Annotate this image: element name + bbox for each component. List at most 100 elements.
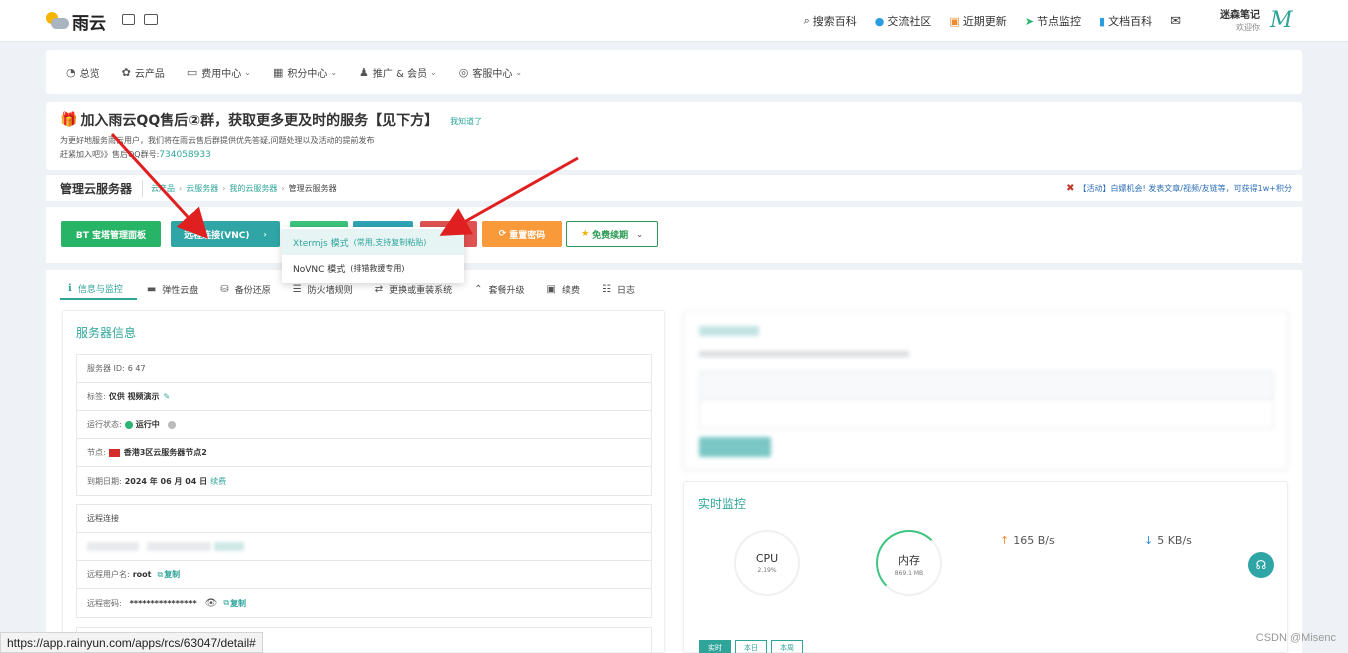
disk-icon: ▬ xyxy=(146,283,157,295)
server-id-row: 服务器 ID: 6 47 xyxy=(77,355,651,383)
breadcrumb-cloud-servers[interactable]: 云服务器 xyxy=(186,183,218,194)
firewall-icon: ☰ xyxy=(292,283,302,295)
user-info[interactable]: 迷森笔记 欢迎你 xyxy=(1220,10,1260,34)
points-icon: ▦ xyxy=(272,65,284,79)
notice-line-1: 为更好地服务雨云用户，我们将在雨云售后群提供优先答疑,问题处理以及活动的提前发布 xyxy=(60,136,375,145)
menu-dashboard[interactable]: ◔ 总览 xyxy=(66,65,100,80)
vnc-label: 远程连接(VNC) xyxy=(184,230,250,241)
expire-value: 2024 年 06 月 04 日 xyxy=(124,476,208,486)
upload-rate: 165 B/s xyxy=(1013,534,1055,547)
copy-user-button[interactable]: 复制 xyxy=(164,569,180,580)
renew-link[interactable]: 续费 xyxy=(210,476,226,487)
brand-name: 雨云 xyxy=(72,14,106,34)
support-icon: ◎ xyxy=(458,65,469,79)
tab-label: 日志 xyxy=(616,285,635,296)
remote-user-value: root xyxy=(132,570,152,579)
topnav-label: 文档百科 xyxy=(1108,15,1153,28)
tag-row: 标签: 仅供 视频演示 ✎ xyxy=(77,383,651,411)
tab-label: 更换或重装系统 xyxy=(389,285,453,296)
topnav-updates[interactable]: ▣ 近期更新 xyxy=(949,13,1006,29)
tab-backup[interactable]: ⛁ 备份还原 xyxy=(220,278,270,300)
community-icon: ● xyxy=(874,14,885,28)
qq-number-link[interactable]: 734058933 xyxy=(159,150,211,160)
user-welcome: 欢迎你 xyxy=(1236,23,1260,32)
brand-logo[interactable]: 雨云 xyxy=(46,9,106,34)
breadcrumb-current: 管理云服务器 xyxy=(288,183,337,193)
menu-label: 总览 xyxy=(79,68,100,80)
topnav-label: 近期更新 xyxy=(962,15,1007,28)
breadcrumb-cloud-products[interactable]: 云产品 xyxy=(151,183,175,194)
copy-icon[interactable]: ⧉ xyxy=(223,598,229,608)
vnc-button[interactable]: 远程连接(VNC) › xyxy=(171,221,280,247)
option-label: Xtermjs 模式 xyxy=(293,238,349,249)
menu-label: 积分中心 xyxy=(287,68,328,80)
menu-support[interactable]: ◎ 客服中心 ⌄ xyxy=(459,65,522,80)
menu-label: 云产品 xyxy=(134,68,165,80)
topnav-docs[interactable]: ▮ 文档百科 xyxy=(1099,13,1152,29)
xtermjs-mode-option[interactable]: Xtermjs 模式 (常用,支持复制粘贴) xyxy=(282,229,464,255)
remote-password-row: 远程密码: **************** 👁 ⧉ 复制 xyxy=(77,589,651,617)
tab-label: 防火墙规则 xyxy=(307,285,353,296)
customer-service-icon[interactable]: ☊ xyxy=(1248,552,1274,578)
menu-points[interactable]: ▦ 积分中心 ⌄ xyxy=(273,65,337,80)
range-today[interactable]: 本日 xyxy=(735,640,767,653)
blurred-table xyxy=(699,371,1274,429)
topnav-search[interactable]: ⌕ 搜索百科 xyxy=(804,13,857,29)
breadcrumb: 管理云服务器 云产品 › 云服务器 › 我的云服务器 › 管理云服务器 ✖ 【活动… xyxy=(46,175,1302,201)
update-icon: ▣ xyxy=(949,14,960,28)
arrow-down-icon: ↓ xyxy=(1144,534,1154,547)
translate-icon[interactable] xyxy=(144,14,158,25)
reset-password-button[interactable]: ⟳ 重置密码 xyxy=(482,221,562,247)
menu-promotion[interactable]: ♟ 推广 & 会员 ⌄ xyxy=(359,65,437,80)
notice-line-2: 赶紧加入吧》》售后QQ群号:734058933 xyxy=(60,148,1288,162)
menu-label: 客服中心 xyxy=(472,68,513,80)
topnav-community[interactable]: ● 交流社区 xyxy=(875,13,932,29)
tab-info-monitor[interactable]: ℹ 信息与监控 xyxy=(60,278,137,300)
dismiss-notice-link[interactable]: 我知道了 xyxy=(450,116,482,127)
tab-renew[interactable]: ▣ 续费 xyxy=(547,278,580,300)
main-menu: ◔ 总览 ✿ 云产品 ▭ 费用中心 ⌄ ▦ 积分中心 ⌄ ♟ 推广 & 会员 ⌄ ◎ 客服中心 ⌄ xyxy=(46,50,1302,94)
reset-password-label: 重置密码 xyxy=(509,230,546,241)
activity-link[interactable]: ✖ 【活动】白嫖机会! 发表文章/视频/友链等，可获得1w+积分 xyxy=(1066,183,1292,194)
bt-panel-button[interactable]: BT 宝塔管理面板 xyxy=(61,221,161,247)
running-icon xyxy=(124,420,133,429)
avatar[interactable]: M xyxy=(1270,8,1300,36)
logo-icon xyxy=(46,11,70,32)
node-value: 香港3区云服务器节点2 xyxy=(123,448,207,457)
free-renew-button[interactable]: ★ 免费续期 ⌄ xyxy=(566,221,658,247)
field-label: 到期日期: xyxy=(87,476,122,486)
chevron-down-icon: ⌄ xyxy=(430,67,437,77)
mail-icon: ✉ xyxy=(1170,13,1181,29)
image-icon[interactable] xyxy=(122,14,135,25)
info-icon: ℹ xyxy=(68,282,72,294)
field-label: 远程用户名: xyxy=(87,570,130,579)
blurred-label xyxy=(87,542,139,551)
topnav-node-monitor[interactable]: ➤ 节点监控 xyxy=(1025,13,1081,29)
monitor-range-tabs: 实时 本日 本周 xyxy=(699,640,807,653)
field-label: 标签: xyxy=(87,392,106,401)
menu-billing[interactable]: ▭ 费用中心 ⌄ xyxy=(187,65,251,80)
network-download: ↓ 5 KB/s xyxy=(1144,534,1192,547)
edit-icon[interactable]: ✎ xyxy=(164,392,171,401)
remote-title: 远程连接 xyxy=(87,514,119,523)
status-value: 运行中 xyxy=(135,420,160,429)
breadcrumb-my-servers[interactable]: 我的云服务器 xyxy=(229,183,277,194)
node-monitor-icon: ➤ xyxy=(1024,14,1035,28)
menu-cloud-products[interactable]: ✿ 云产品 xyxy=(122,65,165,80)
memory-value: 869.1 MB xyxy=(894,570,924,577)
topnav-label: 交流社区 xyxy=(887,15,932,28)
download-rate: 5 KB/s xyxy=(1157,534,1192,547)
topnav-mail[interactable]: ✉ xyxy=(1170,14,1184,29)
tab-elastic-disk[interactable]: ▬ 弹性云盘 xyxy=(147,278,198,300)
tab-log[interactable]: ☷ 日志 xyxy=(602,278,635,300)
copy-icon[interactable]: ⧉ xyxy=(157,570,163,580)
vnc-dropdown-menu: Xtermjs 模式 (常用,支持复制粘贴) NoVNC 模式 (排错救援专用) xyxy=(282,227,464,283)
range-week[interactable]: 本周 xyxy=(771,640,803,653)
remote-title-row: 远程连接 xyxy=(77,505,651,533)
tab-upgrade[interactable]: ⌃ 套餐升级 xyxy=(474,278,524,300)
range-realtime[interactable]: 实时 xyxy=(699,640,731,653)
help-icon[interactable] xyxy=(167,420,176,429)
copy-password-button[interactable]: 复制 xyxy=(230,598,246,609)
novnc-mode-option[interactable]: NoVNC 模式 (排错救援专用) xyxy=(282,255,464,281)
eye-icon[interactable]: 👁 xyxy=(205,598,218,609)
